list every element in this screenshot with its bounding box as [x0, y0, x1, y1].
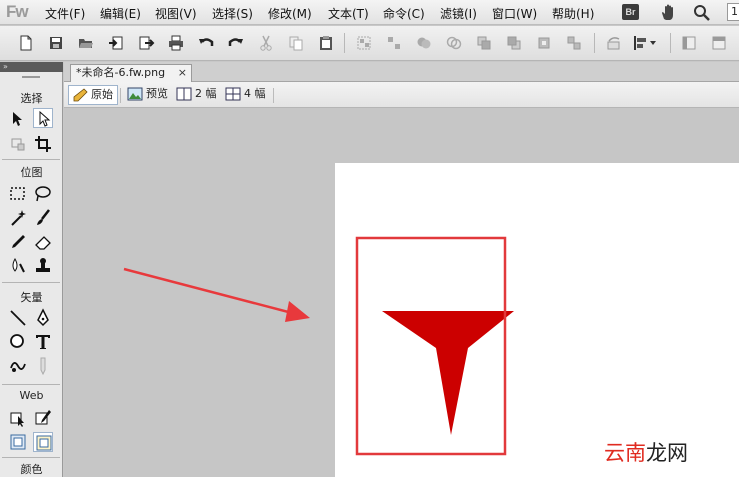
front-icon[interactable]: [535, 34, 553, 52]
close-icon[interactable]: ×: [178, 65, 187, 81]
menu-file[interactable]: 文件(F): [45, 5, 85, 22]
view-preview-label: 预览: [146, 87, 168, 100]
rubber-stamp-tool-icon[interactable]: [33, 256, 53, 276]
menu-select[interactable]: 选择(S): [212, 5, 253, 22]
menu-text[interactable]: 文本(T): [328, 5, 369, 22]
new-document-icon[interactable]: [17, 34, 35, 52]
hotspot-tool-icon[interactable]: [8, 408, 28, 428]
marquee-tool-icon[interactable]: [8, 184, 28, 204]
view-2up-button[interactable]: 2 幅: [173, 85, 221, 105]
rotate-icon[interactable]: [605, 34, 623, 52]
menu-commands[interactable]: 命令(C): [383, 5, 425, 22]
watermark-part2: 龙网: [646, 441, 688, 465]
import-icon[interactable]: [107, 34, 125, 52]
section-colors-label: 颜色: [20, 463, 43, 476]
redo-icon[interactable]: [227, 34, 245, 52]
show-slices-icon[interactable]: [33, 432, 53, 452]
document-tab-title: *未命名-6.fw.png: [76, 66, 166, 79]
document-tab-strip: *未命名-6.fw.png ×: [64, 62, 739, 82]
view-mode-bar: 原始 预览 2 幅 4 幅: [64, 82, 739, 108]
bring-forward-icon[interactable]: [475, 34, 493, 52]
bridge-button[interactable]: Br: [622, 4, 639, 20]
menu-filters[interactable]: 滤镜(I): [440, 5, 477, 22]
watermark-part1: 云南: [604, 441, 646, 465]
menu-window[interactable]: 窗口(W): [492, 5, 537, 22]
document-canvas[interactable]: [335, 163, 739, 477]
view-original-button[interactable]: 原始: [68, 85, 118, 105]
menu-edit[interactable]: 编辑(E): [100, 5, 141, 22]
brush-tool-icon[interactable]: [33, 208, 53, 228]
magic-wand-tool-icon[interactable]: [8, 208, 28, 228]
left-panel-icon[interactable]: [680, 34, 698, 52]
section-vector-label: 矢量: [20, 291, 43, 304]
group-icon[interactable]: [355, 34, 373, 52]
pen-tool-icon[interactable]: [33, 308, 53, 328]
eraser-tool-icon[interactable]: [33, 232, 53, 252]
right-panel-icon[interactable]: [710, 34, 728, 52]
main-toolbar: [0, 26, 739, 61]
section-web-label: Web: [19, 389, 44, 402]
zoom-icon[interactable]: [692, 3, 712, 23]
paste-icon[interactable]: [317, 34, 335, 52]
shape-tool-icon[interactable]: [8, 332, 28, 352]
watermark-text: 云南龙网: [604, 437, 688, 467]
copy-icon[interactable]: [287, 34, 305, 52]
export-icon[interactable]: [137, 34, 155, 52]
four-up-icon: [225, 87, 241, 101]
open-icon[interactable]: [77, 34, 95, 52]
blur-tool-icon[interactable]: [8, 256, 28, 276]
save-icon[interactable]: [47, 34, 65, 52]
menu-bar: Fw 文件(F) 编辑(E) 视图(V) 选择(S) 修改(M) 文本(T) 命…: [0, 0, 739, 25]
view-original-label: 原始: [91, 88, 113, 101]
back-icon[interactable]: [565, 34, 583, 52]
hand-icon[interactable]: [658, 3, 678, 23]
ungroup-icon[interactable]: [385, 34, 403, 52]
subselect-tool-icon[interactable]: [33, 108, 53, 128]
crop-tool-icon[interactable]: [33, 134, 53, 154]
print-icon[interactable]: [167, 34, 185, 52]
lasso-tool-icon[interactable]: [33, 184, 53, 204]
view-4up-button[interactable]: 4 幅: [222, 85, 270, 105]
tools-panel: » 选择 位图 矢量 Web 颜色: [0, 62, 63, 477]
app-logo: Fw: [6, 2, 29, 21]
zoom-level-field[interactable]: 1: [727, 3, 739, 21]
section-bitmap-label: 位图: [20, 166, 43, 179]
view-4up-label: 4 幅: [244, 87, 266, 100]
view-preview-button[interactable]: 预览: [124, 85, 172, 105]
hide-slices-icon[interactable]: [8, 432, 28, 452]
menu-view[interactable]: 视图(V): [155, 5, 197, 22]
document-tab[interactable]: *未命名-6.fw.png ×: [70, 64, 192, 82]
freeform-tool-icon[interactable]: [8, 356, 28, 376]
line-tool-icon[interactable]: [8, 308, 28, 328]
knife-tool-icon[interactable]: [33, 356, 53, 376]
section-select-label: 选择: [20, 92, 43, 105]
send-backward-icon[interactable]: [505, 34, 523, 52]
align-icon[interactable]: [632, 34, 660, 52]
split-icon[interactable]: [445, 34, 463, 52]
undo-icon[interactable]: [197, 34, 215, 52]
pointer-tool-icon[interactable]: [8, 109, 28, 129]
menu-help[interactable]: 帮助(H): [552, 5, 594, 22]
panel-collapse-grip[interactable]: »: [0, 62, 63, 72]
text-tool-icon[interactable]: [33, 332, 53, 352]
menu-modify[interactable]: 修改(M): [268, 5, 312, 22]
slice-tool-icon[interactable]: [33, 408, 53, 428]
join-icon[interactable]: [415, 34, 433, 52]
image-preview-icon: [127, 87, 143, 101]
two-up-icon: [176, 87, 192, 101]
pencil-tool-icon[interactable]: [8, 232, 28, 252]
view-2up-label: 2 幅: [195, 87, 217, 100]
cut-icon[interactable]: [257, 34, 275, 52]
scale-tool-icon[interactable]: [8, 134, 28, 154]
pencil-icon: [73, 88, 88, 102]
